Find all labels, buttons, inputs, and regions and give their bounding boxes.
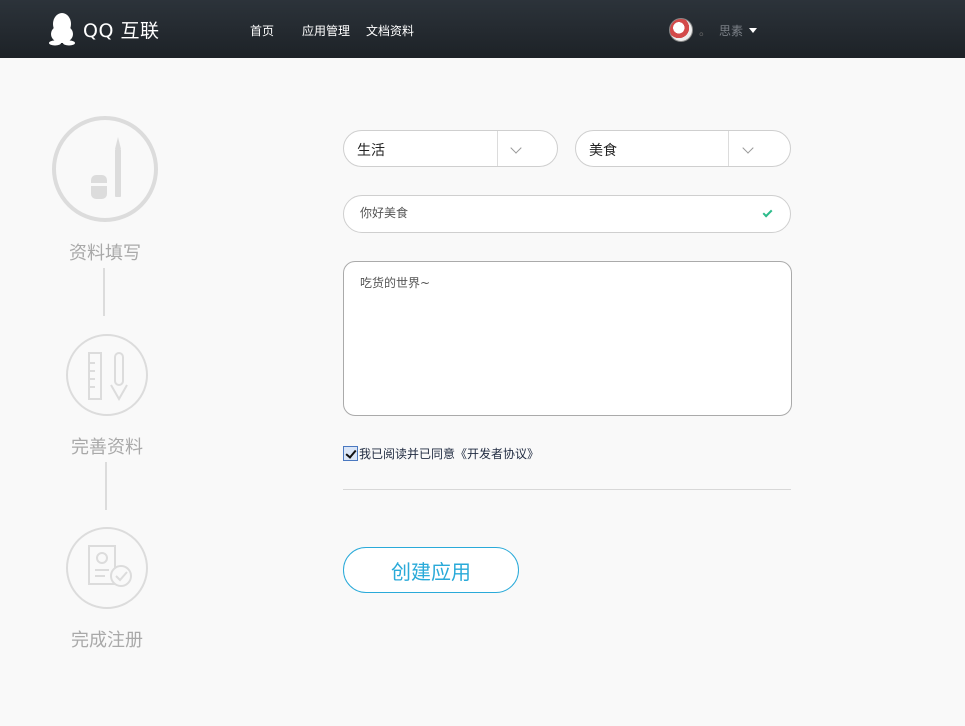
app-name-field[interactable] — [343, 195, 791, 233]
valid-check-icon — [762, 207, 773, 218]
qq-penguin-icon — [49, 13, 75, 46]
agreement-row[interactable]: 我已阅读并已同意《开发者协议》 — [343, 445, 539, 462]
form-divider — [343, 489, 791, 490]
app-description-textarea[interactable]: 吃货的世界~ — [360, 274, 775, 404]
nav-documentation[interactable]: 文档资料 — [366, 22, 414, 39]
agreement-checkbox[interactable] — [343, 446, 358, 461]
step-label: 完成注册 — [71, 630, 143, 651]
step-label: 完善资料 — [71, 437, 143, 458]
logo-text: QQ 互联 — [83, 19, 160, 42]
chevron-down-icon[interactable] — [510, 142, 522, 154]
category-secondary-value: 美食 — [589, 143, 617, 159]
step-finish-registration: 完成注册 — [47, 526, 167, 652]
pencil-eraser-icon — [51, 115, 159, 223]
avatar[interactable] — [669, 18, 693, 42]
document-check-icon — [65, 526, 149, 610]
caret-down-icon[interactable] — [749, 27, 758, 33]
step-connector — [105, 462, 107, 510]
select-divider — [497, 131, 498, 166]
step-connector — [103, 268, 105, 316]
app-name-input[interactable] — [360, 205, 740, 219]
user-name[interactable]: 思素 — [719, 22, 743, 39]
create-app-button[interactable]: 创建应用 — [343, 547, 519, 593]
logo[interactable]: QQ 互联 — [47, 12, 159, 46]
nav-home[interactable]: 首页 — [250, 22, 274, 39]
step-fill-info: 资料填写 — [46, 115, 164, 265]
top-navbar: QQ 互联 首页 应用管理 文档资料 。 思素 — [0, 0, 965, 58]
nav-app-management[interactable]: 应用管理 — [302, 22, 350, 39]
category-primary-value: 生活 — [357, 143, 385, 159]
agreement-label[interactable]: 我已阅读并已同意《开发者协议》 — [359, 445, 539, 462]
category-secondary-select[interactable]: 美食 — [575, 130, 791, 167]
user-separator: 。 — [699, 23, 712, 38]
select-divider — [728, 131, 729, 166]
app-description-field[interactable]: 吃货的世界~ — [343, 261, 792, 416]
ruler-pen-icon — [65, 333, 149, 417]
category-primary-select[interactable]: 生活 — [343, 130, 558, 167]
step-label: 资料填写 — [69, 243, 141, 264]
user-menu[interactable]: 。 思素 — [669, 18, 758, 42]
step-complete-info: 完善资料 — [47, 333, 167, 459]
chevron-down-icon[interactable] — [742, 142, 754, 154]
